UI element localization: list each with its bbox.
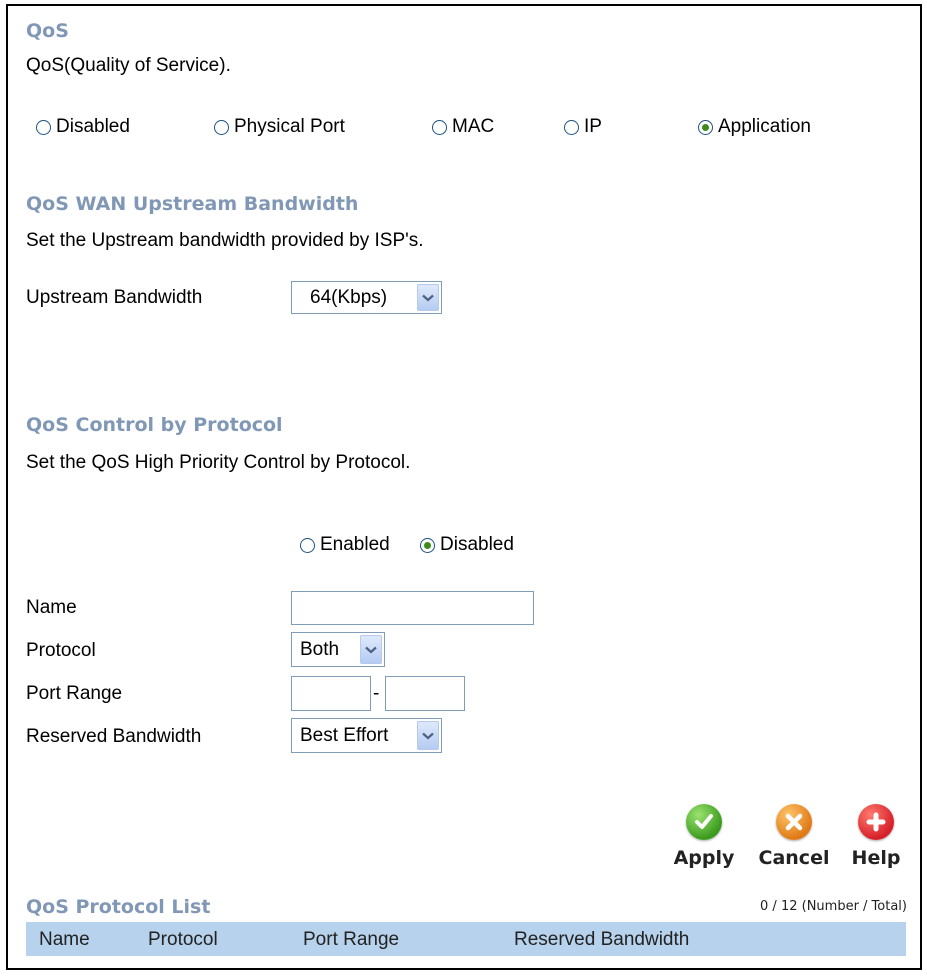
- protocol-value: Both: [300, 638, 340, 660]
- mode-mac-label: MAC: [452, 116, 495, 137]
- mode-ip-label: IP: [584, 116, 602, 137]
- mode-mac-option[interactable]: MAC: [432, 116, 494, 138]
- help-button[interactable]: Help: [846, 804, 906, 869]
- reserved-bandwidth-value: Best Effort: [300, 724, 389, 746]
- mode-application-label: Application: [718, 116, 811, 137]
- chevron-down-icon[interactable]: [417, 721, 439, 750]
- protocol-label: Protocol: [26, 640, 96, 661]
- column-header-reserved-bandwidth: Reserved Bandwidth: [514, 929, 690, 950]
- reserved-bandwidth-label: Reserved Bandwidth: [26, 726, 202, 747]
- port-start-input[interactable]: [291, 676, 371, 711]
- mode-physical-port-radio[interactable]: [214, 119, 229, 135]
- apply-label: Apply: [673, 847, 735, 869]
- upstream-description: Set the Upstream bandwidth provided by I…: [26, 230, 424, 251]
- mode-physical-port-label: Physical Port: [234, 116, 345, 137]
- mode-application-option[interactable]: Application: [698, 116, 811, 138]
- plus-icon: [858, 804, 894, 840]
- mode-disabled-label: Disabled: [56, 116, 130, 137]
- checkmark-icon: [686, 804, 722, 840]
- mode-disabled-radio[interactable]: [36, 119, 51, 135]
- column-header-port-range: Port Range: [303, 929, 400, 950]
- upstream-bandwidth-value: 64(Kbps): [310, 286, 388, 308]
- chevron-down-icon[interactable]: [417, 284, 439, 311]
- protocol-list-count: 0 / 12 (Number / Total): [760, 899, 907, 914]
- upstream-bandwidth-label: Upstream Bandwidth: [26, 287, 203, 308]
- protocol-disabled-radio[interactable]: [420, 537, 435, 553]
- protocol-select[interactable]: Both: [291, 632, 385, 667]
- protocol-enabled-label: Enabled: [320, 534, 390, 555]
- port-range-label: Port Range: [26, 683, 123, 704]
- protocol-list-title: QoS Protocol List: [26, 896, 211, 918]
- mode-disabled-option[interactable]: Disabled: [36, 116, 130, 138]
- help-label: Help: [851, 847, 901, 869]
- protocol-list-header: Name Protocol Port Range Reserved Bandwi…: [26, 922, 906, 956]
- mode-ip-radio[interactable]: [564, 119, 579, 135]
- protocol-control-description: Set the QoS High Priority Control by Pro…: [26, 452, 411, 473]
- port-range-separator: -: [373, 683, 380, 704]
- port-end-input[interactable]: [385, 676, 465, 711]
- column-header-protocol: Protocol: [148, 929, 218, 950]
- close-icon: [776, 804, 812, 840]
- qos-title: QoS: [26, 20, 69, 42]
- protocol-disabled-label: Disabled: [440, 534, 514, 555]
- qos-description: QoS(Quality of Service).: [26, 55, 231, 76]
- mode-physical-port-option[interactable]: Physical Port: [214, 116, 345, 138]
- mode-ip-option[interactable]: IP: [564, 116, 602, 138]
- mode-application-radio[interactable]: [698, 119, 713, 135]
- column-header-name: Name: [39, 929, 90, 950]
- name-input[interactable]: [291, 591, 534, 625]
- reserved-bandwidth-select[interactable]: Best Effort: [291, 718, 442, 753]
- protocol-disabled-option[interactable]: Disabled: [420, 534, 514, 556]
- protocol-enabled-option[interactable]: Enabled: [300, 534, 390, 556]
- cancel-label: Cancel: [758, 847, 830, 869]
- mode-mac-radio[interactable]: [432, 119, 447, 135]
- protocol-enabled-radio[interactable]: [300, 537, 315, 553]
- protocol-control-title: QoS Control by Protocol: [26, 414, 283, 436]
- name-label: Name: [26, 597, 77, 618]
- upstream-title: QoS WAN Upstream Bandwidth: [26, 193, 359, 215]
- apply-button[interactable]: Apply: [668, 804, 740, 869]
- cancel-button[interactable]: Cancel: [752, 804, 836, 869]
- upstream-bandwidth-select[interactable]: 64(Kbps): [291, 281, 442, 314]
- chevron-down-icon[interactable]: [360, 635, 382, 664]
